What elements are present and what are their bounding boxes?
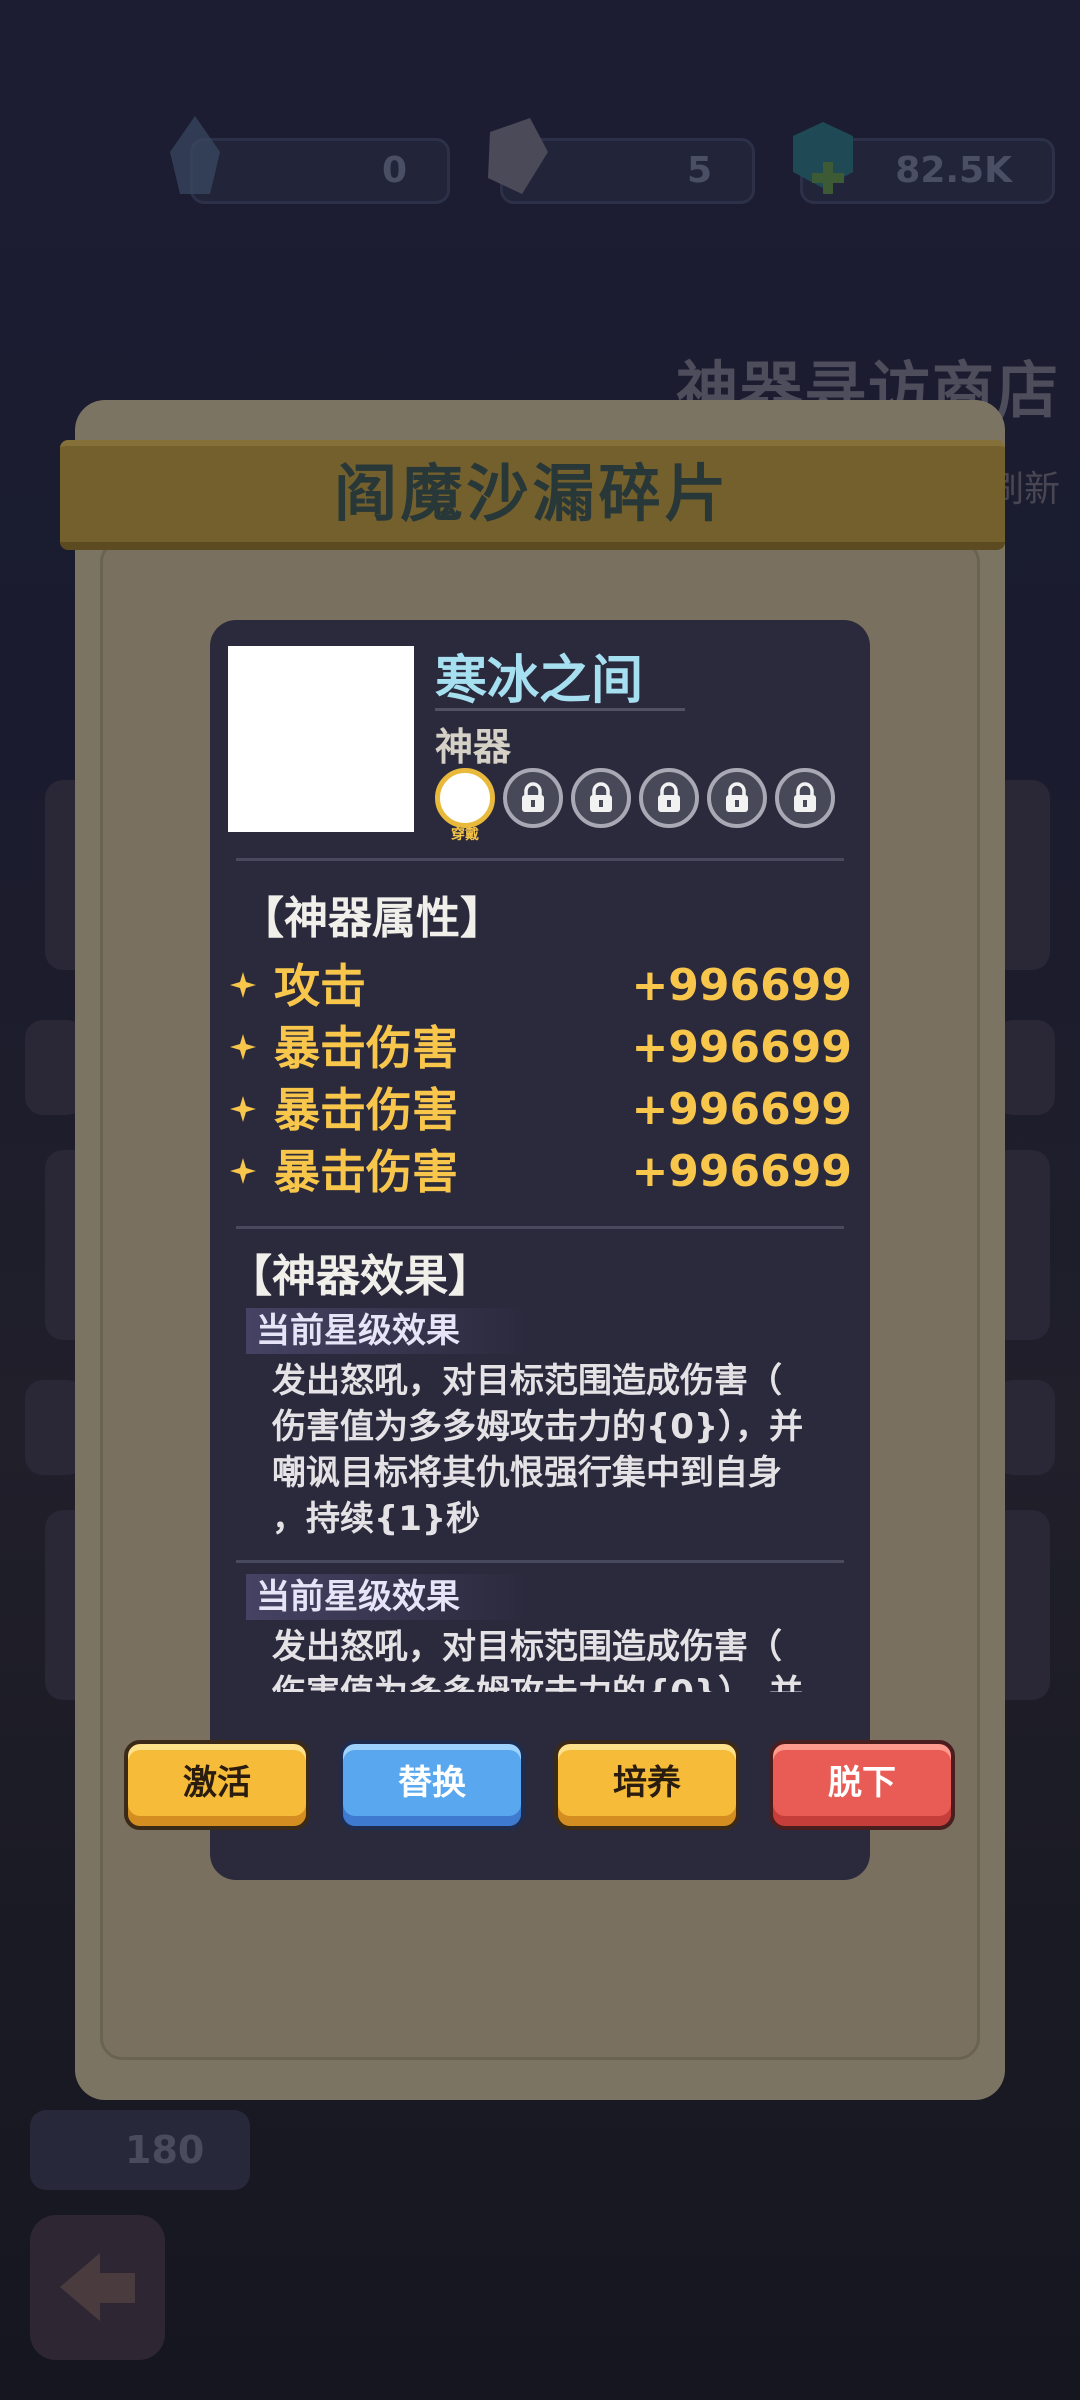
lock-icon <box>590 782 612 812</box>
remove-button[interactable]: 脱下 <box>769 1740 955 1830</box>
crystal-icon <box>150 112 240 202</box>
attribute-name: 攻击 <box>274 959 366 1013</box>
lock-icon <box>658 782 680 812</box>
attribute-name: 暴击伤害 <box>274 1083 458 1137</box>
attribute-name: 暴击伤害 <box>274 1145 458 1199</box>
attribute-row: 攻击 +996699 <box>228 956 852 1016</box>
attributes-title: 【神器属性】 <box>240 893 504 944</box>
attribute-row: 暴击伤害 +996699 <box>228 1080 852 1140</box>
effect-subtitle: 当前星级效果 <box>246 1308 526 1354</box>
star-slot-locked <box>571 768 631 828</box>
effect-line: 发出怒吼，对目标范围造成伤害（ <box>272 1361 782 1401</box>
activate-button[interactable]: 激活 <box>124 1740 310 1830</box>
shard-icon <box>470 112 560 202</box>
effect-line: 伤害值为多多姆攻击力的{0}），并 <box>272 1407 804 1447</box>
bottom-resource-value: 180 <box>125 2128 205 2172</box>
bottom-resource: 180 <box>30 2110 250 2190</box>
upgrade-button[interactable]: 培养 <box>554 1740 740 1830</box>
attribute-value: +996699 <box>631 1022 852 1073</box>
effect-line: ，持续{1}秒 <box>272 1499 481 1539</box>
attribute-value: +996699 <box>631 960 852 1011</box>
resource-gem-value: 82.5K <box>895 150 1012 191</box>
effect-line: 嘲讽目标将其仇恨强行集中到自身 <box>272 1453 782 1493</box>
artifact-type: 神器 <box>435 725 512 769</box>
star-slot-locked <box>707 768 767 828</box>
resource-crystal-value: 0 <box>381 150 407 191</box>
effect-description: 发出怒吼，对目标范围造成伤害（ 伤害值为多多姆攻击力的{0}），并 嘲讽目标将其… <box>272 1358 852 1542</box>
lock-icon <box>794 782 816 812</box>
sparkle-icon <box>230 972 256 998</box>
name-underline <box>435 708 685 711</box>
effects-title: 【神器效果】 <box>228 1251 492 1302</box>
star-slot-locked <box>639 768 699 828</box>
lock-icon <box>726 782 748 812</box>
divider <box>236 1226 844 1229</box>
panel-title: 阎魔沙漏碎片 <box>334 457 731 530</box>
attribute-row: 暴击伤害 +996699 <box>228 1018 852 1078</box>
resource-bar: 0 5 82.5K <box>0 116 1080 220</box>
artifact-detail-card: 寒冰之间 神器 穿戴 【神器属性】 攻击 +996699 暴击伤害 +99669… <box>210 620 870 1880</box>
effect-description: 发出怒吼，对目标范围造成伤害（ 伤害值为多多姆攻击力的{0}），并 <box>272 1624 852 1692</box>
upgrade-label: 培养 <box>613 1763 681 1803</box>
slot-tag: 穿戴 <box>451 827 479 843</box>
gem-plus-icon[interactable] <box>775 112 865 202</box>
replace-label: 替换 <box>398 1763 466 1803</box>
divider <box>236 858 844 861</box>
resource-shard-value: 5 <box>686 150 712 191</box>
attribute-value: +996699 <box>631 1146 852 1197</box>
replace-button[interactable]: 替换 <box>339 1740 525 1830</box>
attribute-name: 暴击伤害 <box>274 1021 458 1075</box>
divider <box>236 1560 844 1563</box>
artifact-name: 寒冰之间 <box>435 651 644 711</box>
effect-subtitle: 当前星级效果 <box>246 1574 526 1620</box>
panel-title-ribbon: 阎魔沙漏碎片 <box>60 440 1005 550</box>
attribute-value: +996699 <box>631 1084 852 1135</box>
star-slot-locked <box>503 768 563 828</box>
star-slot-active[interactable] <box>435 768 495 828</box>
back-button[interactable] <box>30 2215 165 2360</box>
effect-line: 伤害值为多多姆攻击力的{0}），并 <box>272 1670 852 1692</box>
star-slot-locked <box>775 768 835 828</box>
sparkle-icon <box>230 1034 256 1060</box>
sparkle-icon <box>230 1096 256 1122</box>
attribute-row: 暴击伤害 +996699 <box>228 1142 852 1202</box>
lock-icon <box>522 782 544 812</box>
remove-label: 脱下 <box>828 1763 896 1803</box>
arrow-left-icon <box>60 2253 135 2321</box>
activate-label: 激活 <box>183 1763 251 1803</box>
effect-line: 发出怒吼，对目标范围造成伤害（ <box>272 1627 782 1667</box>
sparkle-icon <box>230 1158 256 1184</box>
artifact-portrait <box>228 646 414 832</box>
